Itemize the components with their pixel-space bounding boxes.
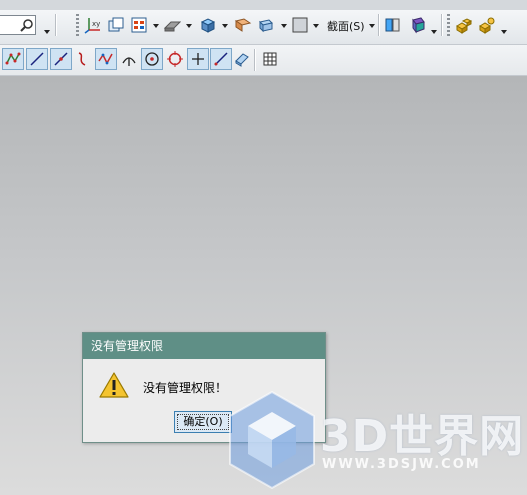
chevron-down-icon[interactable]	[369, 24, 375, 28]
extrude-icon[interactable]	[256, 15, 276, 35]
pencil-icon[interactable]	[210, 48, 232, 70]
sheet-metal-icon[interactable]	[162, 15, 182, 35]
line-icon[interactable]	[26, 48, 48, 70]
dialog-message: 没有管理权限！	[143, 381, 228, 395]
chevron-down-icon[interactable]	[313, 24, 319, 28]
chevron-down-icon[interactable]	[44, 30, 50, 34]
cross-icon[interactable]	[187, 48, 209, 70]
watermark-logo-icon	[222, 388, 322, 495]
toolbar-grip[interactable]	[76, 14, 79, 36]
circle-icon[interactable]	[141, 48, 163, 70]
display-icon[interactable]	[383, 15, 403, 35]
spline-icon[interactable]	[72, 48, 94, 70]
constraints-icon[interactable]	[477, 15, 497, 35]
chevron-down-icon[interactable]	[431, 30, 437, 34]
chevron-down-icon[interactable]	[186, 24, 192, 28]
warning-icon	[98, 371, 130, 402]
assembly-icon[interactable]	[454, 15, 474, 35]
svg-text:xy: xy	[92, 20, 100, 28]
watermark-url: WWW.3DSJW.COM	[322, 457, 481, 472]
watermark-text: 3D世界网	[320, 411, 525, 462]
grid-select-icon[interactable]	[130, 15, 148, 35]
point-circle-icon[interactable]	[164, 48, 186, 70]
profile-icon[interactable]	[2, 48, 24, 70]
coordinate-system-icon[interactable]: xy	[84, 15, 102, 35]
chevron-down-icon[interactable]	[501, 30, 507, 34]
view-orient-icon[interactable]	[408, 15, 428, 35]
toolbar-grip[interactable]	[447, 14, 450, 36]
arc-line-icon[interactable]	[50, 48, 72, 70]
fold-icon[interactable]	[233, 15, 253, 35]
search-icon[interactable]	[19, 17, 35, 33]
chevron-down-icon[interactable]	[222, 24, 228, 28]
box-style-icon[interactable]	[291, 15, 309, 35]
block-icon[interactable]	[198, 15, 218, 35]
eraser-icon[interactable]	[231, 48, 253, 70]
chevron-down-icon[interactable]	[153, 24, 159, 28]
dialog-title: 没有管理权限	[83, 333, 325, 359]
table-icon[interactable]	[259, 48, 281, 70]
section-menu[interactable]: 截面(S)	[327, 18, 365, 34]
chevron-down-icon[interactable]	[281, 24, 287, 28]
polyline-icon[interactable]	[95, 48, 117, 70]
fillet-icon[interactable]	[118, 48, 140, 70]
copy-icon[interactable]	[107, 15, 125, 35]
